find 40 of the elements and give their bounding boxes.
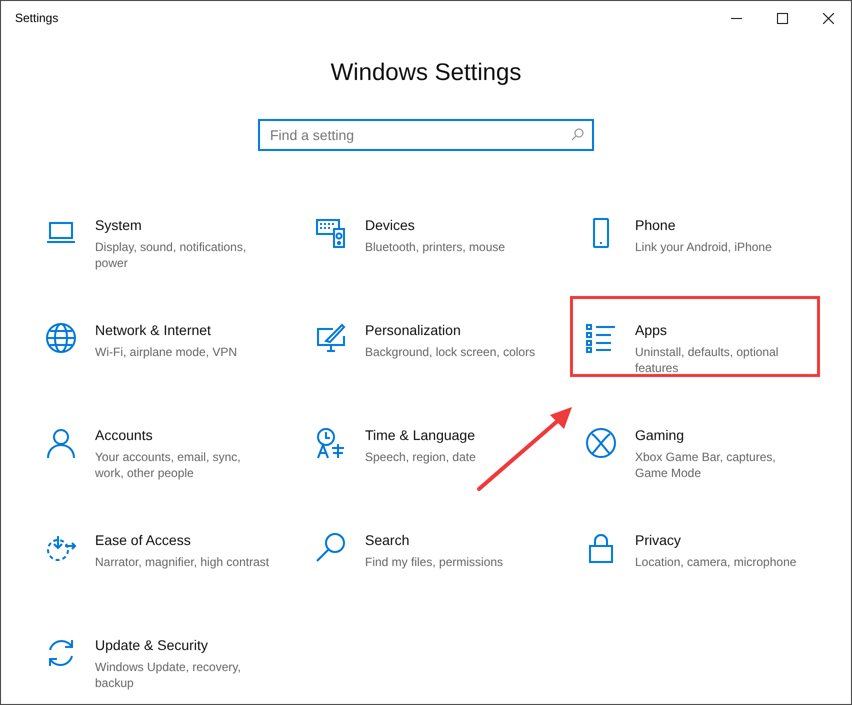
clock-letter-icon	[315, 427, 347, 459]
page-title: Windows Settings	[330, 58, 522, 88]
category-description: Uninstall, defaults, optional features	[635, 344, 780, 376]
settings-category-link[interactable]: Accounts	[95, 425, 153, 446]
settings-category-link[interactable]: Phone	[635, 215, 676, 236]
monitor-brush-icon	[315, 322, 347, 354]
maximize-icon	[776, 12, 788, 24]
xbox-icon	[585, 427, 617, 459]
settings-category-link[interactable]: Privacy	[635, 530, 681, 551]
keyboard-speaker-icon	[315, 217, 347, 249]
category-description: Narrator, magnifier, high contrast	[95, 554, 270, 570]
settings-category-link[interactable]: Gaming	[635, 425, 684, 446]
settings-category-link[interactable]: Network & Internet	[95, 320, 211, 341]
settings-category-link[interactable]: Devices	[365, 215, 415, 236]
search-field[interactable]: Find a setting	[258, 119, 594, 151]
settings-category-link[interactable]: Time & Language	[365, 425, 475, 446]
category-description: Your accounts, email, sync, work, other people	[95, 449, 242, 481]
person-icon	[45, 427, 77, 459]
category-description: Background, lock screen, colors	[365, 344, 536, 360]
settings-category-link[interactable]: Ease of Access	[95, 530, 191, 551]
settings-category-link[interactable]: Search	[365, 530, 410, 551]
category-description: Bluetooth, printers, mouse	[365, 239, 506, 255]
category-description: Location, camera, microphone	[635, 554, 798, 570]
category-description: Wi-Fi, airplane mode, VPN	[95, 344, 238, 360]
search-icon	[571, 128, 584, 141]
settings-category-link[interactable]: System	[95, 215, 142, 236]
category-description: Find my files, permissions	[365, 554, 504, 570]
window-title: Settings	[15, 10, 58, 27]
settings-category-link[interactable]: Update & Security	[95, 635, 208, 656]
category-description: Xbox Game Bar, captures, Game Mode	[635, 449, 777, 481]
category-description: Speech, region, date	[365, 449, 477, 465]
category-description: Windows Update, recovery, backup	[95, 659, 242, 691]
search-icon	[315, 532, 347, 564]
close-icon	[822, 12, 834, 24]
list-icon	[585, 322, 617, 354]
settings-category-link[interactable]: Apps	[635, 320, 667, 341]
category-description: Link your Android, iPhone	[635, 239, 773, 255]
settings-category-link[interactable]: Personalization	[365, 320, 461, 341]
category-description: Display, sound, notifications, power	[95, 239, 248, 271]
globe-icon	[45, 322, 77, 354]
